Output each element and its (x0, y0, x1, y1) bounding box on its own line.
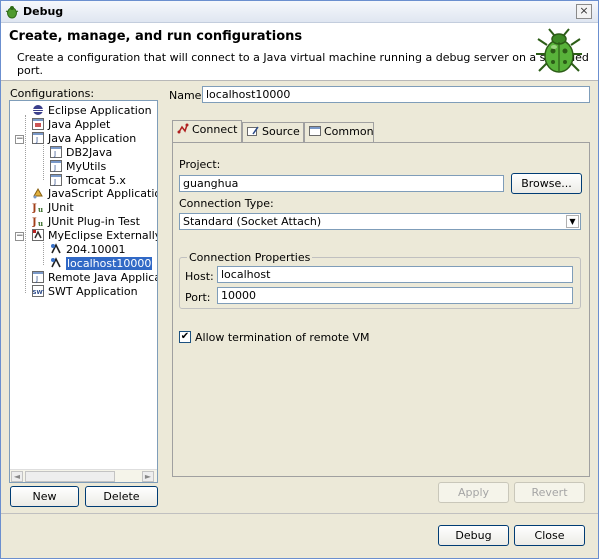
host-field[interactable]: localhost (217, 266, 573, 283)
project-field[interactable]: guanghua (179, 175, 504, 192)
tree-item-tomcat[interactable]: J Tomcat 5.x (50, 174, 126, 187)
header-description: Create a configuration that will connect… (17, 51, 589, 77)
javascript-icon (33, 187, 43, 199)
scroll-left-icon[interactable]: ◄ (11, 471, 23, 482)
debug-bug-icon (5, 6, 19, 19)
debug-bug-banner-icon (536, 28, 582, 73)
close-button[interactable]: Close (514, 525, 585, 546)
java-config-icon: J (50, 160, 62, 172)
bottom-separator (1, 513, 598, 514)
svg-text:J: J (32, 203, 37, 213)
common-icon (309, 126, 321, 136)
tree-item-java-applet[interactable]: Java Applet (32, 118, 110, 131)
junit-plugin-icon: Ju (32, 217, 43, 227)
configurations-tree[interactable]: Eclipse Application Java Applet − J Java … (9, 100, 158, 483)
source-icon (247, 126, 259, 136)
svg-text:J: J (35, 275, 38, 283)
tab-common[interactable]: Common (304, 122, 374, 142)
port-field[interactable]: 10000 (217, 287, 573, 304)
eclipse-icon (33, 105, 43, 115)
java-app-icon: J (32, 132, 44, 144)
tree-item-204-10001[interactable]: 204.10001 (50, 243, 126, 256)
debug-dialog: Debug × Create, manage, and run configur… (0, 0, 599, 559)
tree-item-db2java[interactable]: J DB2Java (50, 146, 112, 159)
junit-icon: Ju (32, 203, 43, 213)
connection-type-label: Connection Type: (179, 197, 274, 210)
svg-text:J: J (32, 217, 37, 227)
collapse-icon[interactable]: − (15, 135, 24, 144)
delete-button[interactable]: Delete (85, 486, 158, 507)
tree-item-myeclipse-externally-launched[interactable]: MyEclipse Externally Lau (32, 229, 157, 242)
remote-launch-icon (51, 257, 61, 268)
window-title: Debug (23, 5, 64, 18)
tree-guide-line (43, 143, 44, 180)
tree-horizontal-scrollbar[interactable]: ◄ ► (10, 469, 157, 482)
apply-button[interactable]: Apply (438, 482, 509, 503)
remote-launch-icon (51, 243, 61, 254)
allow-termination-checkbox[interactable]: ✔ (179, 331, 191, 343)
project-label: Project: (179, 158, 221, 171)
collapse-icon[interactable]: − (15, 232, 24, 241)
window-close-button[interactable]: × (576, 4, 592, 19)
remote-java-icon: J (32, 271, 44, 283)
dropdown-arrow-icon[interactable]: ▼ (566, 215, 579, 228)
tree-item-junit[interactable]: Ju JUnit (32, 201, 74, 214)
new-button[interactable]: New (10, 486, 79, 507)
applet-icon (32, 118, 44, 130)
scrollbar-thumb[interactable] (25, 471, 115, 482)
tree-item-junit-plugin-test[interactable]: Ju JUnit Plug-in Test (32, 215, 140, 228)
svg-text:J: J (53, 178, 56, 186)
tree-guide-line (43, 238, 44, 265)
svg-text:J: J (35, 136, 38, 144)
tree-item-myutils[interactable]: J MyUtils (50, 160, 106, 173)
debug-button[interactable]: Debug (438, 525, 509, 546)
name-field[interactable]: localhost10000 (202, 86, 590, 103)
port-label: Port: (185, 291, 211, 304)
java-config-icon: J (50, 174, 62, 186)
tree-item-javascript-application[interactable]: JavaScript Application (32, 187, 157, 200)
name-label: Name: (169, 89, 206, 102)
tree-item-eclipse-application[interactable]: Eclipse Application (32, 104, 152, 117)
tree-item-localhost10000[interactable]: localhost10000 (50, 257, 153, 270)
revert-button[interactable]: Revert (514, 482, 585, 503)
dialog-header: Create, manage, and run configurations C… (1, 23, 598, 81)
svg-text:u: u (38, 205, 43, 213)
svg-text:J: J (53, 150, 56, 158)
tree-guide-line (25, 115, 26, 293)
tree-item-swt-application[interactable]: SWTSWT Application (32, 285, 138, 298)
svg-text:J: J (53, 164, 56, 172)
svg-text:SWT: SWT (33, 290, 45, 296)
connect-icon (177, 123, 189, 134)
configurations-label: Configurations: (10, 87, 95, 100)
connection-properties-label: Connection Properties (187, 251, 313, 264)
scroll-right-icon[interactable]: ► (142, 471, 154, 482)
tab-connect[interactable]: Connect (172, 120, 242, 143)
title-bar[interactable]: Debug × (1, 1, 598, 23)
svg-text:u: u (38, 219, 43, 227)
browse-button[interactable]: Browse... (511, 173, 582, 194)
allow-termination-label: Allow termination of remote VM (195, 331, 370, 344)
myeclipse-launch-icon (32, 229, 44, 241)
tree-item-remote-java-application[interactable]: JRemote Java Application (32, 271, 157, 284)
connection-type-select[interactable]: Standard (Socket Attach) ▼ (179, 213, 581, 230)
tab-source[interactable]: Source (242, 122, 304, 142)
java-config-icon: J (50, 146, 62, 158)
tree-item-java-application[interactable]: J Java Application (32, 132, 136, 145)
swt-icon: SWT (32, 285, 44, 297)
header-title: Create, manage, and run configurations (9, 29, 303, 44)
host-label: Host: (185, 270, 214, 283)
